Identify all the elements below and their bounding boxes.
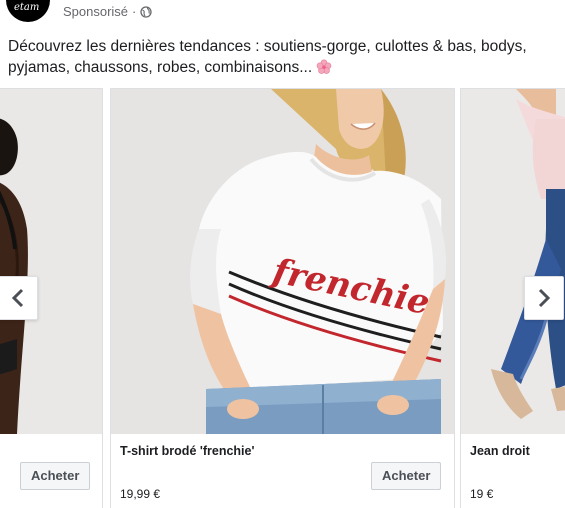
product-card[interactable]: frenchie T-shirt brodé 'frenchie' Achete… <box>110 88 455 508</box>
carousel-next-button[interactable] <box>524 276 564 320</box>
post-text: Découvrez les dernières tendances : sout… <box>8 38 527 76</box>
chevron-left-icon <box>11 288 24 308</box>
post-header: etam Sponsorisé · <box>0 0 565 30</box>
chevron-right-icon <box>538 288 551 308</box>
buy-button[interactable]: Acheter <box>20 462 91 490</box>
product-image[interactable]: frenchie <box>111 89 454 434</box>
product-footer: T-shirt brodé 'frenchie' Acheter 19,99 € <box>111 434 454 508</box>
product-image[interactable] <box>0 89 102 434</box>
buy-button[interactable]: Acheter <box>371 462 442 490</box>
sponsored-label[interactable]: Sponsorisé <box>63 4 128 19</box>
carousel-prev-button[interactable] <box>0 276 38 320</box>
sponsored-line: Sponsorisé · <box>63 4 153 19</box>
product-title[interactable]: T-shirt brodé 'frenchie' <box>120 444 254 458</box>
brand-logo[interactable]: etam <box>6 0 50 22</box>
product-footer: Acheter <box>0 434 102 508</box>
product-price: 19,99 € <box>120 487 161 501</box>
product-image[interactable] <box>461 89 565 434</box>
product-footer: Jean droit 19 € <box>461 434 565 508</box>
post-text-paragraph: Découvrez les dernières tendances : sout… <box>8 36 558 78</box>
product-title[interactable]: Jean droit <box>470 444 530 458</box>
product-carousel: Acheter frenchie T-shirt brodé 'frenchie… <box>0 88 565 508</box>
separator-dot: · <box>132 4 137 19</box>
globe-icon[interactable] <box>140 5 153 18</box>
brand-logo-text: etam <box>14 2 40 13</box>
product-price: 19 € <box>470 487 494 501</box>
cherry-blossom-icon <box>316 59 332 75</box>
